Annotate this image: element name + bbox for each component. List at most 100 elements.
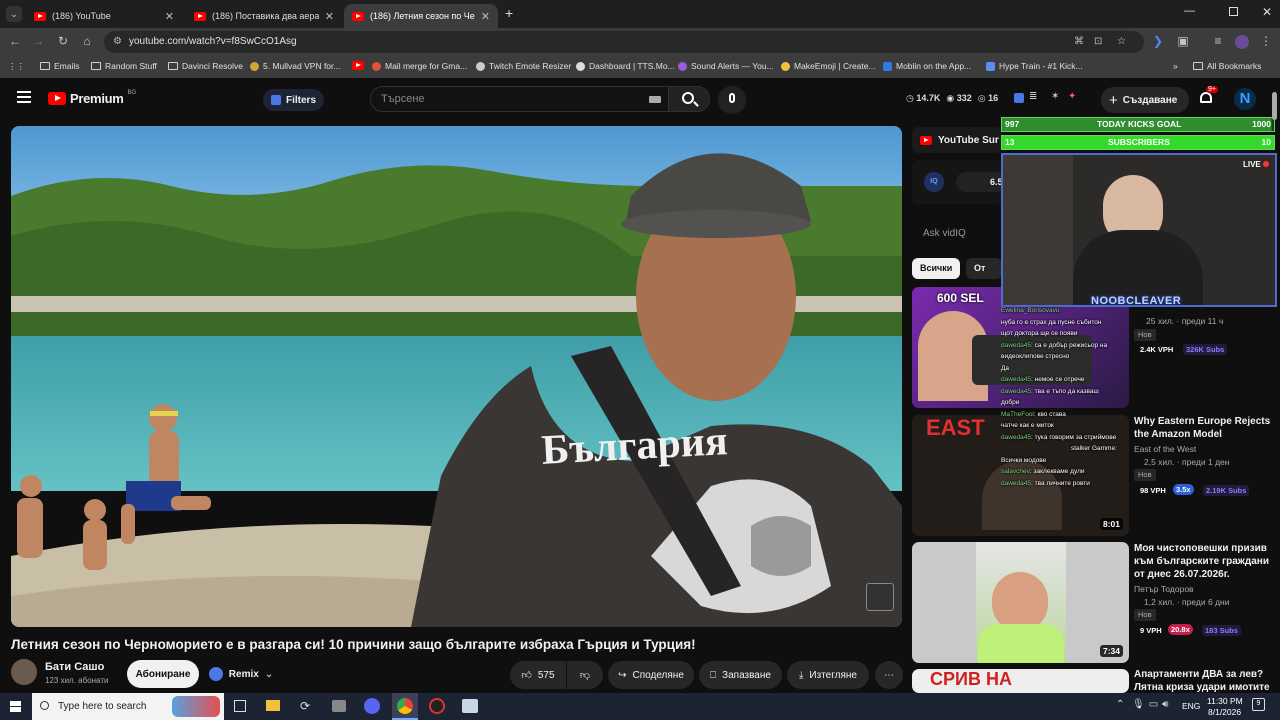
channel-watermark[interactable] [866, 583, 894, 611]
notifications-bell-icon[interactable]: 9+ [1199, 86, 1218, 106]
create-button[interactable]: + Създаване [1101, 87, 1190, 113]
youtube-logo[interactable]: Premium BG [48, 90, 136, 106]
close-tab-icon[interactable]: ✕ [325, 10, 334, 23]
download-button[interactable]: ⤓ Изтегляне [787, 661, 869, 689]
taskbar-search-input[interactable]: Type here to search [32, 693, 224, 720]
close-tab-icon[interactable]: ✕ [165, 10, 174, 23]
keyboard-icon[interactable] [649, 96, 661, 103]
browser-tab[interactable]: (186) YouTube ✕ [26, 4, 182, 28]
page-scrollbar[interactable] [1272, 92, 1277, 120]
site-info-icon[interactable]: ⚙ [113, 31, 122, 53]
bookmark-item[interactable]: Dashboard | TTS.Mo... [576, 61, 675, 71]
chip-all[interactable]: Всички [912, 258, 961, 279]
sparkle-icon[interactable]: ✶ [1051, 91, 1059, 102]
tray-chevron-icon[interactable]: ⌃ [1116, 699, 1124, 710]
video-meta: 2,5 хил. · преди 1 ден [1144, 457, 1230, 467]
tray-icons[interactable]: 🎙︎▭🔊︎ [1132, 699, 1172, 710]
live-dot-icon [1263, 161, 1269, 167]
bookmark-item[interactable]: Moblin on the App... [883, 61, 971, 71]
app-icon[interactable] [429, 698, 445, 714]
chrome-icon[interactable] [392, 693, 418, 720]
video-player[interactable]: България [11, 126, 902, 627]
video-title[interactable]: Апартаменти ДВА за лев? Лятна криза удар… [1134, 668, 1274, 694]
notification-center-icon[interactable]: 9 [1252, 698, 1265, 711]
remix-button[interactable]: Remix ⌄ [205, 660, 277, 688]
all-bookmarks-folder[interactable]: All Bookmarks [1193, 61, 1261, 71]
close-tab-icon[interactable]: ✕ [481, 10, 490, 23]
channel-avatar[interactable] [11, 659, 37, 685]
bookmark-item[interactable]: Mail merge for Gma... [372, 61, 467, 71]
task-view-icon[interactable] [234, 700, 246, 712]
dislike-button[interactable]: 👎︎ [567, 661, 603, 689]
channel-name[interactable]: Петър Тодоров [1134, 584, 1194, 594]
back-arrow-icon[interactable]: ← [7, 34, 23, 48]
bookmark-folder[interactable]: Emails [40, 61, 80, 71]
app-icon[interactable] [462, 699, 478, 713]
restore-window-icon[interactable] [1229, 7, 1238, 16]
channel-name[interactable]: Бати Сашо [45, 661, 104, 673]
bookmark-item[interactable]: MakeEmoji | Create... [781, 61, 876, 71]
windows-start-icon[interactable] [10, 701, 21, 712]
browser-tab[interactable]: (186) Поставика два аератора ✕ [186, 4, 342, 28]
vidiq-filters-button[interactable]: Filters [263, 89, 325, 111]
subscribe-button[interactable]: Абониране [127, 660, 199, 688]
more-bookmarks-icon[interactable]: » [1173, 61, 1178, 71]
save-button[interactable]: ⎕ Запазване [699, 661, 782, 689]
extension-icon[interactable]: ❯ [1150, 34, 1166, 48]
bookmark-folder[interactable]: Davinci Resolve [168, 61, 243, 71]
address-bar[interactable]: ⚙ youtube.com/watch?v=f8SwCcO1Asg ⌘ ⊡ ☆ [104, 31, 1144, 53]
hamburger-menu-icon[interactable] [17, 91, 31, 103]
tab-search-button[interactable]: ⌄ [6, 6, 22, 22]
taskbar-date[interactable]: 8/1/2026 [1208, 707, 1241, 717]
search-placeholder: Търсене [381, 93, 425, 105]
close-window-icon[interactable]: ✕ [1262, 5, 1272, 19]
language-indicator[interactable]: ENG [1182, 701, 1200, 711]
profile-avatar[interactable] [1235, 35, 1249, 49]
home-icon[interactable]: ⌂ [79, 34, 95, 48]
bookmark-item[interactable]: Hype Train - #1 Kick... [986, 61, 1083, 71]
share-button[interactable]: ↪ Споделяне [608, 661, 694, 689]
youtube-summary-panel[interactable]: YouTube Sur [912, 127, 1002, 153]
vidiq-score-pill[interactable]: 6.5 [956, 172, 1006, 192]
ask-vidiq-input[interactable]: Ask vidIQ [912, 220, 1002, 248]
voice-search-button[interactable] [718, 86, 746, 114]
media-control-icon[interactable]: ≡ [1210, 34, 1226, 48]
bookmark-label: Emails [54, 61, 80, 71]
app-icon[interactable] [332, 700, 346, 712]
more-actions-button[interactable]: ⋯ [875, 661, 903, 689]
bookmark-folder[interactable]: Random Stuff [91, 61, 157, 71]
taskbar-time[interactable]: 11:30 PM [1207, 696, 1243, 706]
forward-arrow-icon[interactable]: → [30, 34, 46, 48]
list-icon[interactable]: ≣ [1029, 91, 1037, 102]
bookmark-item[interactable]: 5. Mullvad VPN for... [250, 61, 340, 71]
bookmark-item[interactable]: Twitch Emote Resizer [476, 61, 571, 71]
kicks-goal-label: TODAY KICKS GOAL [1097, 119, 1182, 129]
video-thumbnail[interactable]: СРИВ НА [912, 669, 1129, 693]
video-title[interactable]: Моя чистоповешки призив към българските … [1134, 542, 1274, 581]
account-avatar[interactable]: N [1234, 88, 1256, 110]
new-tab-button[interactable]: + [505, 5, 513, 21]
bookmark-item[interactable] [352, 61, 364, 70]
apps-grid-icon[interactable]: ⋮⋮ [8, 61, 25, 72]
install-icon[interactable]: ⊡ [1094, 31, 1102, 53]
chip-from-channel[interactable]: От Бат [966, 258, 1002, 279]
bookmark-item[interactable]: Sound Alerts — You... [678, 61, 774, 71]
search-button[interactable] [668, 86, 710, 112]
vidiq-toolbar-icon[interactable] [1014, 93, 1024, 103]
like-button[interactable]: 👍︎ 575 [510, 661, 566, 689]
extensions-puzzle-icon[interactable]: ▣ [1175, 34, 1191, 48]
file-explorer-icon[interactable] [266, 700, 280, 711]
video-title[interactable]: Why Eastern Europe Rejects the Amazon Mo… [1134, 415, 1274, 441]
search-input[interactable]: Търсене [370, 86, 670, 112]
alert-icon[interactable]: ✦ [1068, 91, 1076, 102]
tab-label: (186) Поставика два аератора [212, 11, 319, 21]
discord-icon[interactable] [364, 698, 380, 714]
browser-menu-icon[interactable]: ⋮ [1258, 34, 1274, 48]
app-icon[interactable]: ⟳ [300, 699, 310, 713]
bookmark-star-icon[interactable]: ☆ [1117, 31, 1126, 53]
browser-tab-active[interactable]: (186) Летния сезон по Черноморието е в р… [344, 4, 498, 28]
translate-icon[interactable]: ⌘ [1074, 31, 1084, 53]
reload-icon[interactable]: ↻ [55, 34, 71, 48]
video-thumbnail[interactable]: 7:34 [912, 542, 1129, 663]
minimize-window-icon[interactable]: — [1184, 5, 1195, 17]
